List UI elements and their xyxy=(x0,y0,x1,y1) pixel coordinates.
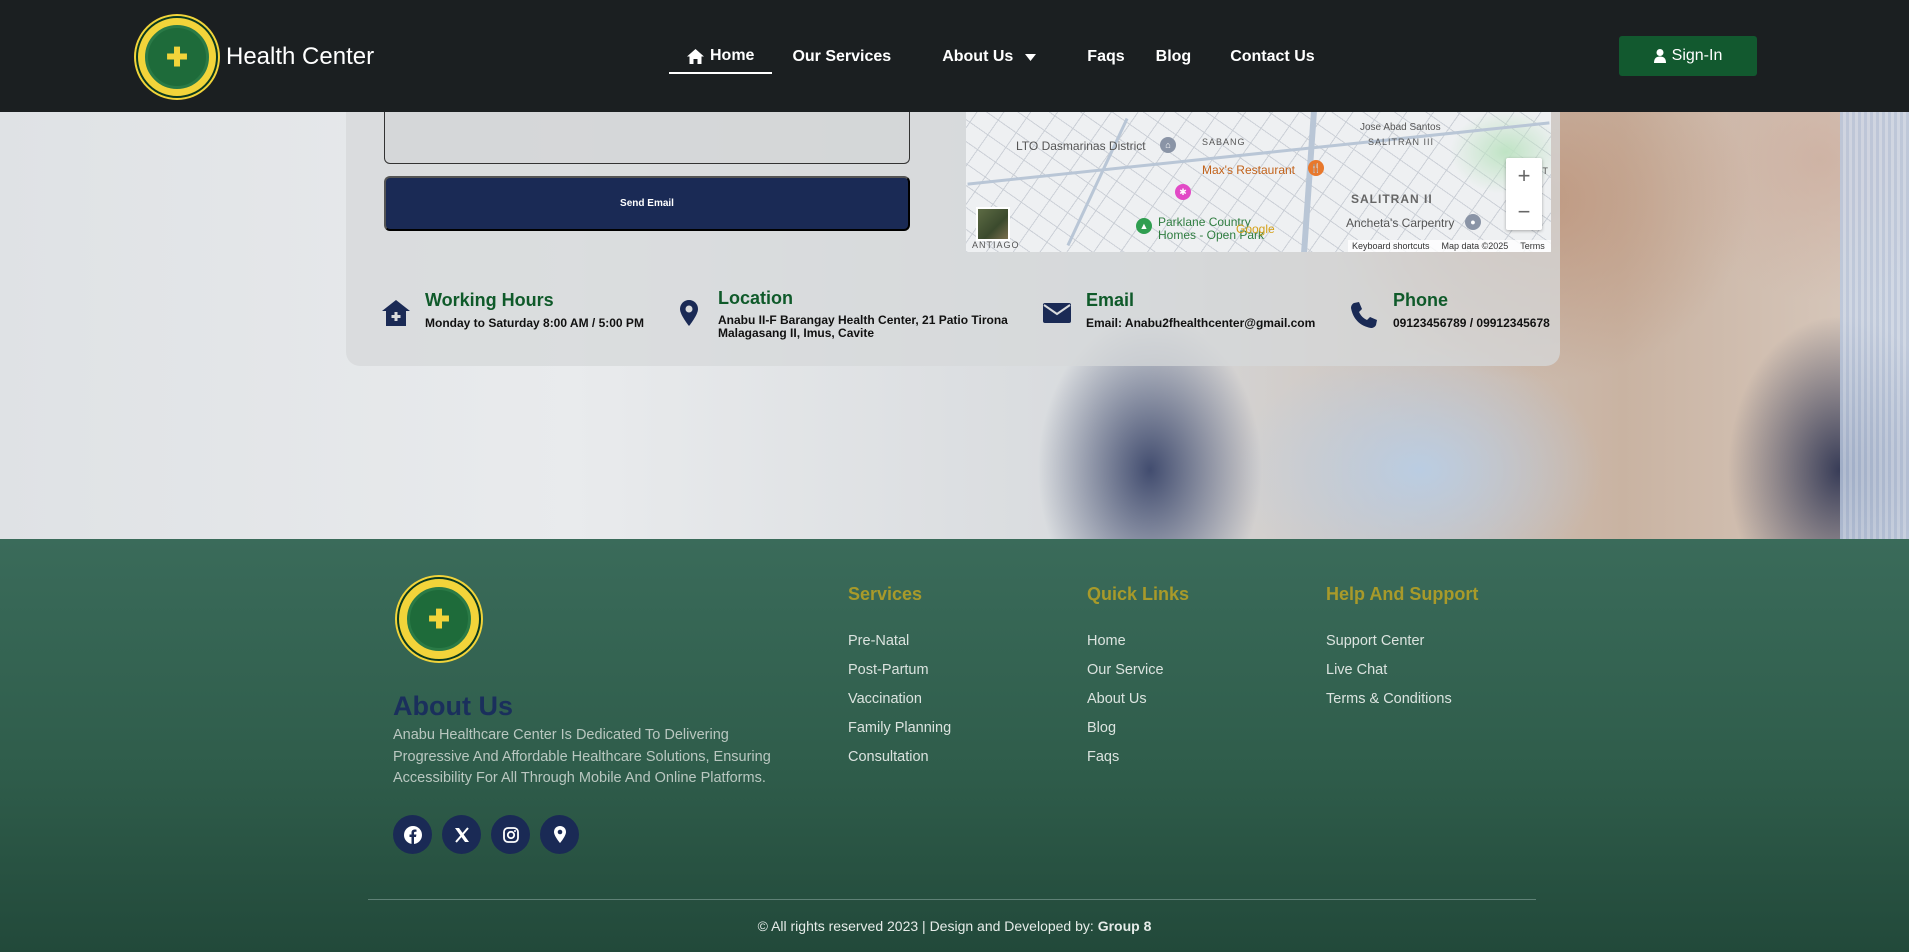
nav-faqs[interactable]: Faqs xyxy=(1087,40,1124,74)
sign-in-label: Sign-In xyxy=(1671,47,1723,64)
logo: ✚ xyxy=(134,14,220,100)
working-hours-title: Working Hours xyxy=(425,290,554,310)
google-logo: Google xyxy=(1236,222,1275,236)
footer: ✚ About Us Anabu Healthcare Center Is De… xyxy=(0,539,1909,952)
map-marker-icon xyxy=(674,290,704,326)
footer-link[interactable]: Consultation xyxy=(848,749,951,766)
government-icon: ⌂ xyxy=(1160,137,1176,153)
footer-link[interactable]: Terms & Conditions xyxy=(1326,691,1478,708)
email-title: Email xyxy=(1086,290,1135,310)
location-map[interactable]: LTO Dasmarinas District ⌂ SABANG SALITRA… xyxy=(966,112,1551,252)
footer-link[interactable]: About Us xyxy=(1087,691,1189,708)
main-nav: Home Our Services About Us Faqs Blog Con… xyxy=(669,40,1342,74)
zoom-in-button[interactable]: + xyxy=(1506,158,1542,194)
help-support-heading: Help And Support xyxy=(1326,584,1479,604)
footer-link[interactable]: Our Service xyxy=(1087,662,1189,679)
keyboard-shortcuts-link[interactable]: Keyboard shortcuts xyxy=(1352,241,1430,251)
clinic-icon xyxy=(381,290,411,326)
phone-icon xyxy=(1349,290,1379,328)
location-pin-icon[interactable] xyxy=(540,815,579,854)
footer-link[interactable]: Live Chat xyxy=(1326,662,1478,679)
x-icon[interactable] xyxy=(442,815,481,854)
info-email: Email Email: Anabu2fhealthcenter@gmail.c… xyxy=(1042,290,1315,330)
footer-about-title: About Us xyxy=(393,691,513,721)
map-label: SALITRAN III xyxy=(1368,137,1435,147)
shopping-pin-icon: ✱ xyxy=(1175,184,1191,200)
info-phone: Phone 09123456789 / 09912345678 xyxy=(1349,290,1550,330)
footer-link[interactable]: Faqs xyxy=(1087,749,1189,766)
nav-blog[interactable]: Blog xyxy=(1156,40,1192,74)
nav-contact-us[interactable]: Contact Us xyxy=(1230,40,1314,74)
satellite-toggle[interactable] xyxy=(976,207,1010,241)
nav-home[interactable]: Home xyxy=(669,40,773,74)
map-zoom-controls: + − xyxy=(1506,158,1542,230)
user-icon xyxy=(1653,49,1666,63)
map-label: Jose Abad Santos xyxy=(1360,122,1441,133)
footer-link[interactable]: Family Planning xyxy=(848,720,951,737)
copyright-author: Group 8 xyxy=(1097,918,1152,934)
copyright-text: © All rights reserved 2023 | Design and … xyxy=(757,918,1094,934)
footer-quick-links-column: Quick Links Home Our Service About Us Bl… xyxy=(1087,584,1189,778)
footer-link[interactable]: Pre-Natal xyxy=(848,633,951,650)
footer-link[interactable]: Blog xyxy=(1087,720,1189,737)
footer-divider xyxy=(368,899,1536,900)
nav-our-services[interactable]: Our Services xyxy=(792,40,891,74)
brand[interactable]: ✚ Health Center xyxy=(134,14,374,100)
phone-title: Phone xyxy=(1393,290,1449,310)
map-label: Max's Restaurant xyxy=(1202,163,1295,177)
envelope-icon xyxy=(1042,290,1072,323)
footer-link[interactable]: Home xyxy=(1087,633,1189,650)
zoom-out-button[interactable]: − xyxy=(1506,194,1542,230)
map-data-label: Map data ©2025 xyxy=(1441,241,1509,251)
map-terms-link[interactable]: Terms xyxy=(1520,241,1545,251)
footer-about-text: Anabu Healthcare Center Is Dedicated To … xyxy=(393,727,771,786)
services-heading: Services xyxy=(848,584,923,604)
nav-about-us-label: About Us xyxy=(942,48,1014,65)
navbar: ✚ Health Center Home Our Services About … xyxy=(0,0,1909,112)
location-text: Anabu II-F Barangay Health Center, 21 Pa… xyxy=(718,313,1008,340)
caret-down-icon xyxy=(1025,53,1037,61)
footer-link[interactable]: Post-Partum xyxy=(848,662,951,679)
home-icon xyxy=(687,48,704,64)
phone-text: 09123456789 / 09912345678 xyxy=(1393,316,1550,330)
restaurant-icon: 🍴 xyxy=(1308,160,1324,176)
footer-link[interactable]: Support Center xyxy=(1326,633,1478,650)
email-text: Email: Anabu2fhealthcenter@gmail.com xyxy=(1086,316,1316,330)
footer-services-column: Services Pre-Natal Post-Partum Vaccinati… xyxy=(848,584,951,778)
brand-name: Health Center xyxy=(226,43,375,70)
map-attribution: Keyboard shortcuts Map data ©2025 Terms xyxy=(1348,240,1551,252)
map-label: Ancheta's Carpentry xyxy=(1346,216,1455,230)
info-location: Location Anabu II-F Barangay Health Cent… xyxy=(674,288,1018,340)
place-pin-icon: ● xyxy=(1465,214,1481,230)
footer-logo[interactable]: ✚ xyxy=(395,575,483,663)
quick-links-heading: Quick Links xyxy=(1087,584,1190,604)
map-label: SALITRAN II xyxy=(1351,192,1433,206)
sign-in-button[interactable]: Sign-In xyxy=(1619,36,1757,76)
park-pin-icon: ▲ xyxy=(1136,218,1152,234)
facebook-icon[interactable] xyxy=(393,815,432,854)
map-label: ANTIAGO xyxy=(972,240,1020,250)
working-hours-text: Monday to Saturday 8:00 AM / 5:00 PM xyxy=(425,316,644,330)
nav-home-label: Home xyxy=(710,47,755,64)
info-working-hours: Working Hours Monday to Saturday 8:00 AM… xyxy=(381,290,644,330)
footer-link[interactable]: Vaccination xyxy=(848,691,951,708)
map-label: LTO Dasmarinas District xyxy=(1016,139,1146,153)
map-label: SABANG xyxy=(1202,137,1246,147)
hero-shirt-stripes xyxy=(1840,112,1909,539)
send-email-button[interactable]: Send Email xyxy=(384,176,910,231)
instagram-icon[interactable] xyxy=(491,815,530,854)
social-links xyxy=(393,815,579,854)
copyright: © All rights reserved 2023 | Design and … xyxy=(0,918,1909,934)
footer-help-column: Help And Support Support Center Live Cha… xyxy=(1326,584,1478,720)
nav-about-us[interactable]: About Us xyxy=(942,40,1037,74)
location-title: Location xyxy=(718,288,793,308)
